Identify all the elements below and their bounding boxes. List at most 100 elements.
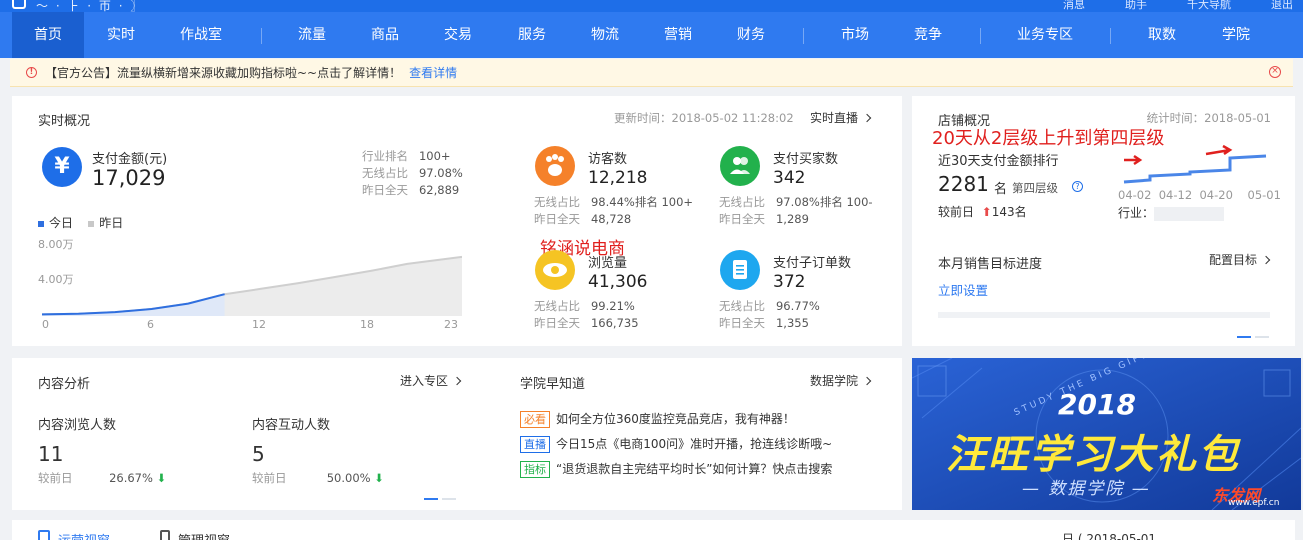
nav-trade[interactable]: 交易 bbox=[429, 12, 487, 58]
arrow-down-icon: ⬇ bbox=[374, 471, 384, 485]
arrow-down-icon: ⬇ bbox=[156, 471, 167, 485]
nav-realtime[interactable]: 实时 bbox=[86, 12, 156, 58]
news-text: 如何全方位360度监控竞品竞店，我有神器！ bbox=[556, 412, 795, 426]
series-area-today bbox=[42, 294, 225, 316]
date-tick: 04-02 bbox=[1118, 188, 1152, 202]
date-label: 日 bbox=[1062, 532, 1075, 540]
red-arrow-icon bbox=[1124, 154, 1143, 166]
legend-yesterday[interactable]: 昨日 bbox=[99, 216, 123, 230]
operation-window-icon bbox=[38, 530, 50, 540]
suborders-yesterday: 昨日全天 1,355 bbox=[719, 315, 809, 331]
rank-unit: 名 bbox=[994, 182, 1008, 197]
carousel-dot-active[interactable] bbox=[1237, 336, 1251, 338]
nav-divider bbox=[261, 28, 262, 44]
browse-label: 内容浏览人数 bbox=[38, 418, 117, 433]
row-value: 48,728 bbox=[590, 212, 632, 226]
banner-title: 汪旺学习大礼包 bbox=[946, 432, 1240, 478]
news-item[interactable]: 指标 “退货退款自主完结平均时长”如何计算？快点击搜索 bbox=[520, 460, 832, 478]
config-target-link[interactable]: 配置目标 bbox=[1208, 251, 1271, 268]
suborders-wireless: 无线占比 96.77% bbox=[719, 298, 820, 314]
pay-amount-label: 支付金额(元) bbox=[92, 152, 168, 167]
pageviews-value: 41,306 bbox=[588, 272, 648, 292]
config-target-label: 配置目标 bbox=[1208, 253, 1257, 267]
news-item[interactable]: 必看 如何全方位360度监控竞品竞店，我有神器！ bbox=[520, 410, 795, 428]
row-value: 1,355 bbox=[775, 316, 809, 330]
top-link-helper[interactable]: 助手 bbox=[1125, 0, 1147, 12]
live-link[interactable]: 实时直播 bbox=[810, 109, 872, 126]
nav-academy[interactable]: 学院 bbox=[1207, 12, 1265, 58]
tag-live: 直播 bbox=[520, 436, 550, 453]
nav-finance[interactable]: 财务 bbox=[722, 12, 780, 58]
nav-competition[interactable]: 竞争 bbox=[899, 12, 957, 58]
compare-value: 143名 bbox=[991, 205, 1027, 219]
carousel-dot[interactable] bbox=[1255, 336, 1269, 338]
close-icon[interactable]: × bbox=[1269, 66, 1281, 78]
top-link-logout[interactable]: 退出 bbox=[1271, 0, 1293, 12]
pay-amount-value: 17,029 bbox=[92, 166, 166, 190]
announcement-text: 【官方公告】流量纵横新增来源收藏加购指标啦~~点击了解详情！ bbox=[45, 66, 402, 80]
buyers-yesterday: 昨日全天 1,289 bbox=[719, 211, 809, 227]
setup-target-link[interactable]: 立即设置 bbox=[938, 280, 988, 299]
legend-today[interactable]: 今日 bbox=[49, 216, 73, 230]
gift-bag-banner[interactable]: STUDY THE BIG GIFT BAG 2018 汪旺学习大礼包 — 数据… bbox=[912, 358, 1301, 510]
card-title: 实时概况 bbox=[38, 114, 91, 129]
x-tick-label: 18 bbox=[360, 318, 374, 331]
watermark-url: www.epf.cn bbox=[1228, 498, 1280, 508]
carousel-dot[interactable] bbox=[442, 498, 456, 500]
date-tick: 04-20 bbox=[1199, 188, 1233, 202]
warning-icon: ! bbox=[26, 67, 37, 78]
top-bar: 〜 · ⺊ · 帀 · 〗 消息 助手 千大导航 退出 bbox=[0, 0, 1303, 13]
interact-compare: 较前日 50.00% ⬇ bbox=[252, 470, 384, 486]
yuan-icon: ¥ bbox=[42, 147, 82, 187]
announcement-detail-link[interactable]: 查看详情 bbox=[409, 64, 457, 81]
tab-operation-window[interactable]: 运营视窗 bbox=[58, 530, 110, 540]
realtime-overview-card: 实时概况 更新时间：2018-05-02 11:28:02 实时直播 ¥ 支付金… bbox=[12, 96, 902, 346]
top-links: 消息 助手 千大导航 退出 bbox=[1063, 0, 1293, 12]
pageviews-label: 浏览量 bbox=[588, 256, 628, 271]
nav-market[interactable]: 市场 bbox=[826, 12, 884, 58]
compare-value: 50.00% bbox=[326, 471, 371, 485]
top-link-nav[interactable]: 千大导航 bbox=[1187, 0, 1231, 12]
nav-service[interactable]: 服务 bbox=[503, 12, 561, 58]
chevron-right-icon bbox=[862, 113, 872, 123]
browse-compare: 较前日 26.67% ⬇ bbox=[38, 470, 166, 486]
nav-war-room[interactable]: 作战室 bbox=[165, 12, 237, 58]
suborders-value: 372 bbox=[773, 272, 806, 292]
help-icon[interactable]: ? bbox=[1072, 181, 1083, 192]
enter-zone-link[interactable]: 进入专区 bbox=[400, 372, 462, 389]
wireless-value: 97.08% bbox=[418, 166, 463, 180]
level-label: 第四层级 bbox=[1012, 181, 1058, 195]
clipboard-icon bbox=[720, 250, 760, 290]
nav-home[interactable]: 首页 bbox=[12, 12, 84, 58]
update-time: 更新时间：2018-05-02 11:28:02 bbox=[614, 111, 794, 125]
store-overview-card: 店铺概况 统计时间：2018-05-01 20天从2层级上升到第四层级 近30天… bbox=[912, 96, 1295, 346]
eye-icon bbox=[535, 250, 575, 290]
browse-value: 11 bbox=[38, 442, 64, 466]
nav-traffic[interactable]: 流量 bbox=[283, 12, 341, 58]
visitors-yesterday: 昨日全天 48,728 bbox=[534, 211, 631, 227]
nav-business-zone[interactable]: 业务专区 bbox=[1003, 12, 1087, 58]
nav-logistics[interactable]: 物流 bbox=[576, 12, 634, 58]
row-value: 166,735 bbox=[590, 316, 639, 330]
news-item[interactable]: 直播 今日15点《电商100问》准时开播，抢连线诊断哦~ bbox=[520, 435, 832, 453]
carousel-dot-active[interactable] bbox=[424, 498, 438, 500]
nav-marketing[interactable]: 营销 bbox=[649, 12, 707, 58]
nav-fetch-data[interactable]: 取数 bbox=[1133, 12, 1191, 58]
row-label: 昨日全天 bbox=[719, 316, 765, 330]
chevron-right-icon bbox=[452, 376, 462, 386]
rank-value: 2281 bbox=[938, 172, 989, 196]
data-academy-link[interactable]: 数据学院 bbox=[810, 372, 872, 389]
date-ticks: 04-02 04-12 04-20 05-01 bbox=[1118, 188, 1281, 202]
interact-label: 内容互动人数 bbox=[252, 418, 331, 433]
nav-goods[interactable]: 商品 bbox=[356, 12, 414, 58]
blurred-industry bbox=[1154, 206, 1225, 221]
row-label: 无线占比 bbox=[719, 299, 765, 313]
wireless-label: 无线占比 bbox=[362, 166, 408, 180]
tab-manage-window[interactable]: 管理视窗 bbox=[178, 530, 230, 540]
target-title: 本月销售目标进度 bbox=[938, 257, 1043, 272]
date-selector[interactable]: 日 ( 2018-05-01 bbox=[1062, 530, 1156, 540]
logo-icon[interactable] bbox=[12, 0, 26, 9]
top-link-messages[interactable]: 消息 bbox=[1063, 0, 1085, 12]
row-extra: 排名 100- bbox=[819, 195, 873, 209]
main-nav: 首页 实时 作战室 流量 商品 交易 服务 物流 营销 财务 市场 竞争 业务专… bbox=[0, 12, 1303, 58]
